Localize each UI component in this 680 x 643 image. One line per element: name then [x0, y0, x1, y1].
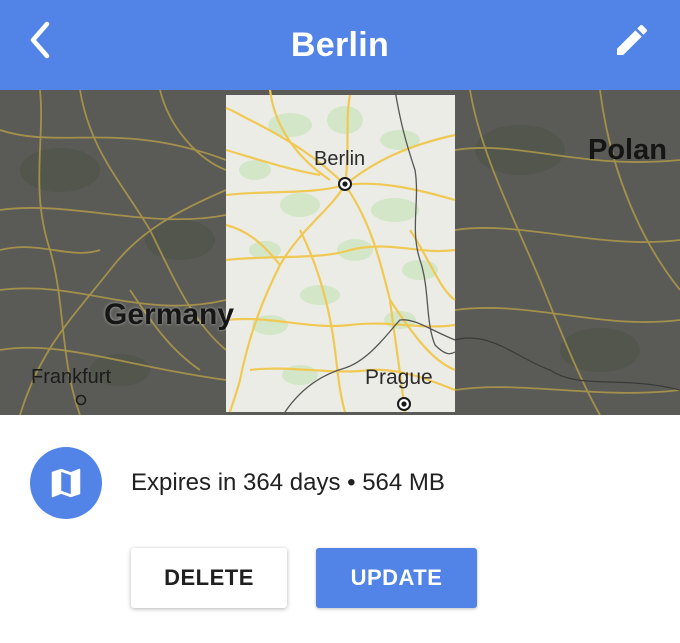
- page-title: Berlin: [290, 25, 390, 64]
- update-button[interactable]: UPDATE: [316, 548, 477, 608]
- map-label-poland: Polan: [588, 134, 667, 166]
- chevron-left-icon: [30, 21, 50, 59]
- map-label-frankfurt: Frankfurt: [31, 366, 112, 388]
- map-label-berlin: Berlin: [314, 148, 366, 170]
- offline-area-map[interactable]: Berlin Polan Germany Frankfurt Prague: [0, 90, 680, 415]
- pencil-icon: [617, 24, 648, 55]
- expiry-size-text: Expires in 364 days • 564 MB: [131, 469, 445, 496]
- map-label-prague: Prague: [365, 366, 433, 389]
- map-icon: [51, 468, 81, 498]
- delete-button[interactable]: DELETE: [131, 548, 287, 608]
- map-label-germany: Germany: [104, 298, 235, 331]
- edit-button[interactable]: [610, 18, 654, 62]
- back-button[interactable]: [18, 18, 62, 62]
- app-header: Berlin: [0, 0, 680, 90]
- map-badge: [30, 447, 102, 519]
- area-info-row: Expires in 364 days • 564 MB: [30, 447, 670, 519]
